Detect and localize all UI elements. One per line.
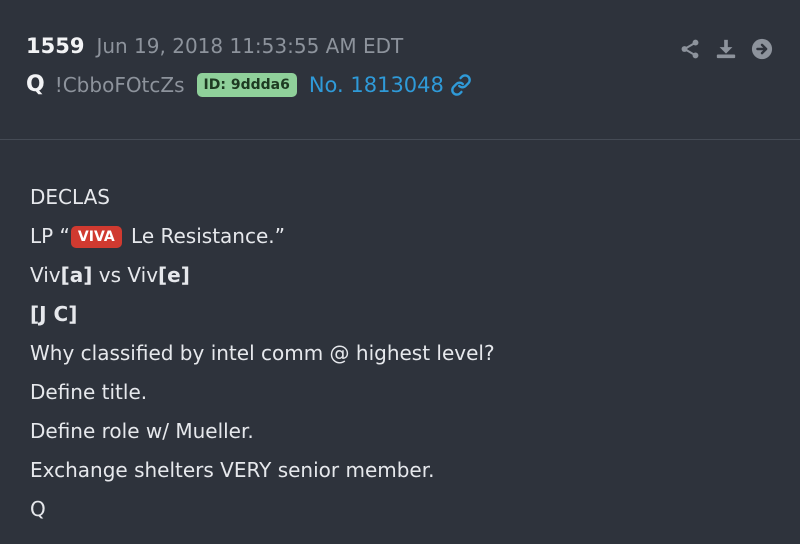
post-body: DECLAS LP “VIVA Le Resistance.” Viv[a] v… (30, 178, 770, 529)
post-line: [J C] (30, 302, 78, 326)
post-number-link-label: No. 1813048 (308, 72, 444, 97)
post-line: Exchange shelters VERY senior member. (30, 458, 435, 482)
post-line: Define title. (30, 380, 148, 404)
download-icon[interactable] (714, 37, 738, 61)
id-badge: ID: 9ddda6 (196, 72, 297, 97)
post-actions (678, 37, 774, 61)
post-author-row: Q !CbboFOtcZs ID: 9ddda6 No. 1813048 (26, 72, 472, 97)
share-icon[interactable] (678, 37, 702, 61)
post-line: LP “VIVA Le Resistance.” (30, 217, 770, 256)
viva-badge: VIVA (70, 226, 122, 248)
post-line: Q (30, 497, 46, 521)
post-line-text: LP “ (30, 224, 70, 248)
post-line-text: Le Resistance.” (124, 224, 285, 248)
post-header: 1559 Jun 19, 2018 11:53:55 AM EDT Q !Cbb… (0, 0, 800, 140)
post-line-text: vs Viv (92, 263, 159, 287)
post-line: Why classified by intel comm @ highest l… (30, 341, 495, 365)
post-meta-row: 1559 Jun 19, 2018 11:53:55 AM EDT (26, 34, 403, 58)
link-icon (450, 73, 472, 96)
post-number: 1559 (26, 34, 85, 58)
post-line: Define role w/ Mueller. (30, 419, 254, 443)
forward-arrow-icon[interactable] (750, 37, 774, 61)
post-line-bold-text: [a] (60, 263, 93, 287)
post-line-bold-text: [e] (158, 263, 190, 287)
author-tripcode: !CbboFOtcZs (54, 72, 185, 97)
post-line-text: Viv (30, 263, 61, 287)
post-line: Viv[a] vs Viv[e] (30, 256, 770, 295)
author-name: Q (26, 72, 45, 97)
post-timestamp: Jun 19, 2018 11:53:55 AM EDT (96, 34, 404, 58)
post-line: DECLAS (30, 185, 110, 209)
post-number-link[interactable]: No. 1813048 (309, 73, 472, 97)
